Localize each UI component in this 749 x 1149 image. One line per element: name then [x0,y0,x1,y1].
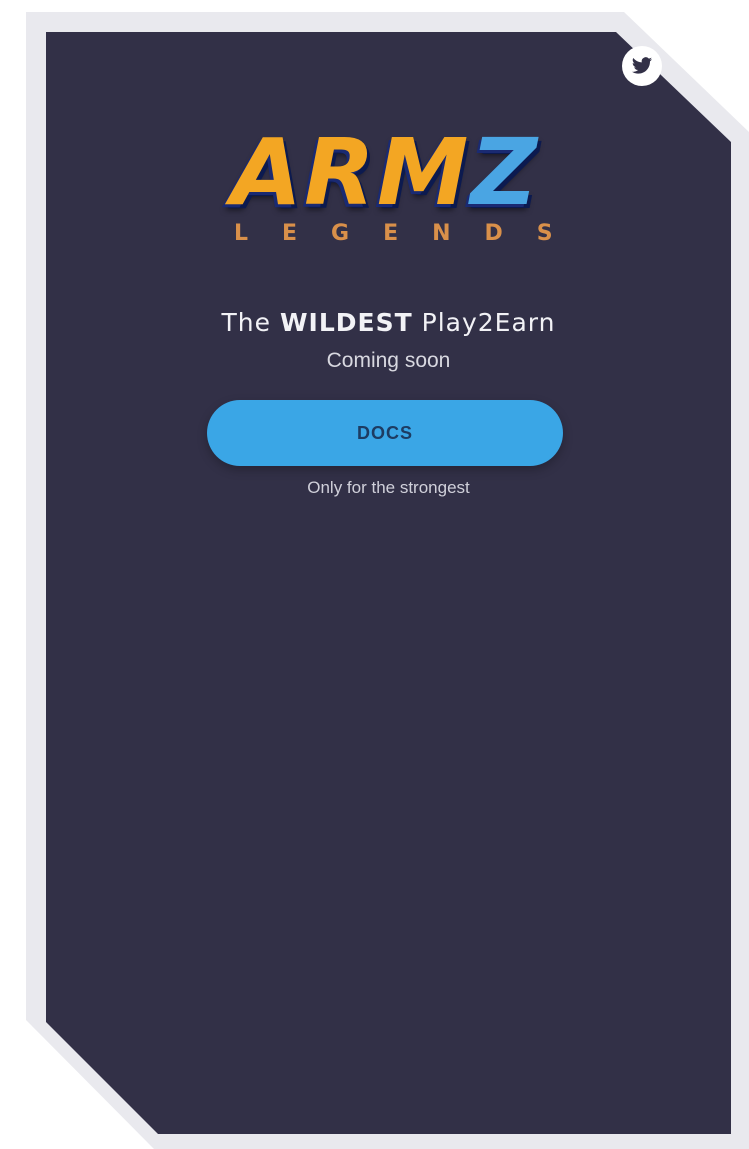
status-text: Coming soon [326,349,451,372]
docs-button[interactable]: DOCS [207,400,563,466]
page-frame: ARMZ LEGENDS The WILDEST Play2Earn Comin… [0,0,749,1149]
armz-legends-logo: ARMZ LEGENDS [200,125,570,255]
logo-main-gold: ARM [230,119,471,226]
tagline: Only for the strongest [307,478,470,497]
twitter-link[interactable] [622,46,662,86]
headline-prefix: The [221,308,280,337]
headline-emphasis: WILDEST [279,308,413,337]
twitter-bird-icon [631,57,653,74]
logo-subtitle: LEGENDS [234,221,587,246]
headline-suffix: Play2Earn [412,308,556,337]
logo-wordmark: ARMZ [200,125,570,220]
logo-main-blue: Z [470,119,540,226]
headline: The WILDEST Play2Earn [46,308,731,337]
